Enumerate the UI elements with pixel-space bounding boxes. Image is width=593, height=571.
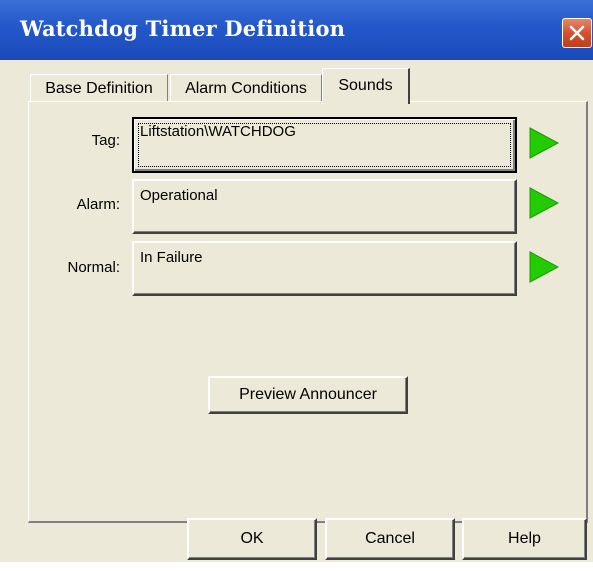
tag-sound-button[interactable]: Liftstation\WATCHDOG [132, 117, 517, 173]
preview-announcer-button[interactable]: Preview Announcer [208, 376, 408, 414]
tag-sound-value: Liftstation\WATCHDOG [140, 123, 296, 140]
play-alarm-icon[interactable] [527, 186, 561, 220]
play-normal-icon[interactable] [527, 250, 561, 284]
normal-sound-button[interactable]: In Failure [132, 241, 517, 296]
close-icon [569, 25, 585, 41]
tab-alarm-conditions[interactable]: Alarm Conditions [170, 74, 322, 102]
tag-label: Tag: [91, 132, 120, 149]
window-title: Watchdog Timer Definition [20, 16, 346, 41]
dialog-window: Watchdog Timer Definition Base Definitio… [0, 0, 593, 562]
close-button[interactable] [562, 18, 592, 48]
title-bar[interactable]: Watchdog Timer Definition [0, 0, 593, 60]
ok-button[interactable]: OK [187, 518, 317, 560]
play-tag-icon[interactable] [527, 126, 561, 160]
cancel-button[interactable]: Cancel [325, 518, 455, 560]
alarm-sound-button[interactable]: Operational [132, 179, 517, 234]
tab-sounds[interactable]: Sounds [322, 68, 410, 104]
alarm-label: Alarm: [76, 196, 120, 213]
help-button[interactable]: Help [462, 518, 587, 560]
normal-label: Normal: [67, 259, 120, 276]
tab-base-definition[interactable]: Base Definition [30, 74, 168, 102]
